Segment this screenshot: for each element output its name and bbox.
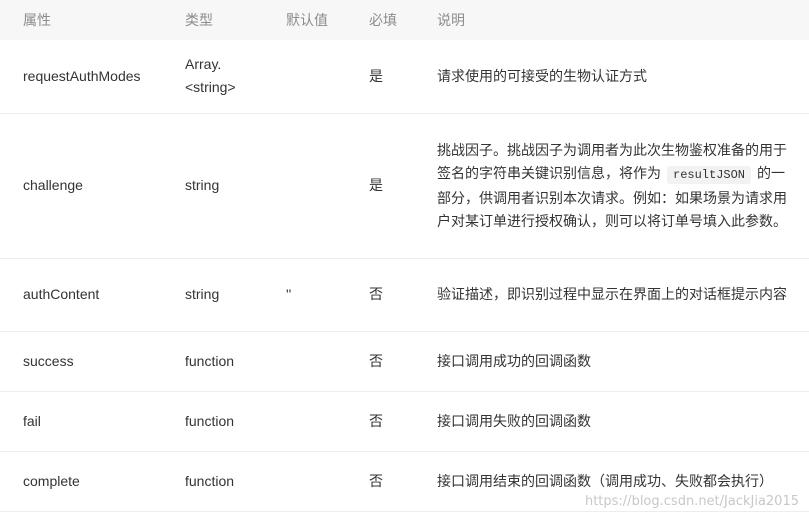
table-row: requestAuthModes Array. <string> 是 请求使用的可… (0, 40, 809, 114)
row-description: 接口调用成功的回调函数 (437, 331, 809, 392)
table-row: success function 否 接口调用成功的回调函数 (0, 331, 809, 392)
params-table: 属性 类型 默认值 必填 说明 requestAuthModes Array. <… (0, 0, 809, 512)
row-required: 是 (369, 40, 437, 114)
row-required: 是 (369, 113, 437, 259)
header-required: 必填 (369, 0, 437, 40)
header-description: 说明 (437, 0, 809, 40)
header-type: 类型 (185, 0, 286, 40)
row-type: string (185, 258, 286, 332)
row-type: string (185, 113, 286, 259)
row-description: 挑战因子。挑战因子为调用者为此次生物鉴权准备的用于签名的字符串关键识别信息，将作… (437, 113, 809, 259)
row-default (286, 391, 369, 452)
row-default (286, 451, 369, 512)
row-type: function (185, 451, 286, 512)
table-row: fail function 否 接口调用失败的回调函数 (0, 391, 809, 452)
row-description: 验证描述，即识别过程中显示在界面上的对话框提示内容 (437, 258, 809, 332)
row-default (286, 331, 369, 392)
row-name: success (0, 331, 185, 392)
row-type: function (185, 391, 286, 452)
watermark-text: https://blog.csdn.net/JackJia2015 (584, 494, 799, 509)
header-property: 属性 (0, 0, 185, 40)
row-required: 否 (369, 391, 437, 452)
row-description: 请求使用的可接受的生物认证方式 (437, 40, 809, 114)
row-name: requestAuthModes (0, 40, 185, 114)
row-name: fail (0, 391, 185, 452)
row-default: '' (286, 258, 369, 332)
row-type: Array. <string> (185, 40, 286, 114)
table-header-row: 属性 类型 默认值 必填 说明 (0, 0, 809, 40)
row-required: 否 (369, 451, 437, 512)
header-default: 默认值 (286, 0, 369, 40)
row-default (286, 113, 369, 259)
row-description: 接口调用失败的回调函数 (437, 391, 809, 452)
row-type: function (185, 331, 286, 392)
row-name: challenge (0, 113, 185, 259)
row-name: complete (0, 451, 185, 512)
table-row: authContent string '' 否 验证描述，即识别过程中显示在界面… (0, 258, 809, 332)
table-row: challenge string 是 挑战因子。挑战因子为调用者为此次生物鉴权准… (0, 113, 809, 259)
row-default (286, 40, 369, 114)
inline-code: resultJSON (667, 165, 752, 184)
row-required: 否 (369, 331, 437, 392)
row-required: 否 (369, 258, 437, 332)
row-name: authContent (0, 258, 185, 332)
